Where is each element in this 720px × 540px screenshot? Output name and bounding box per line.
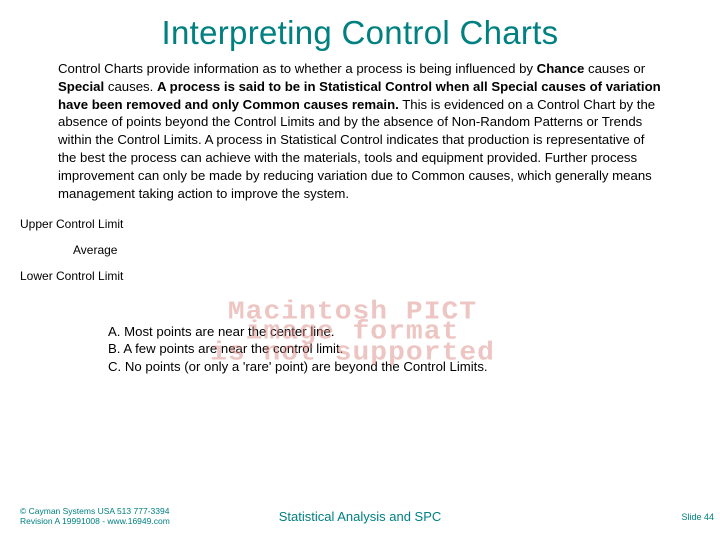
bullet-c: C. No points (or only a 'rare' point) ar…: [108, 358, 720, 376]
para-2: This is evidenced on a Control Chart by …: [58, 97, 655, 201]
bullet-a: A. Most points are near the center line.: [108, 323, 720, 341]
slide-title: Interpreting Control Charts: [0, 0, 720, 60]
bullet-b: B. A few points are near the control lim…: [108, 340, 720, 358]
footer-center: Statistical Analysis and SPC: [0, 509, 720, 524]
footer-slide-number: Slide 44: [681, 512, 714, 522]
lower-control-limit-label: Lower Control Limit: [20, 269, 720, 295]
word-chance: Chance: [537, 61, 585, 76]
bullet-list: A. Most points are near the center line.…: [0, 295, 720, 376]
upper-control-limit-label: Upper Control Limit: [20, 217, 720, 243]
word-special: Special: [58, 79, 104, 94]
footer: © Cayman Systems USA 513 777-3394 Revisi…: [0, 500, 720, 528]
para-1b: causes or: [584, 61, 645, 76]
body-paragraph: Control Charts provide information as to…: [0, 60, 720, 211]
average-label: Average: [20, 243, 720, 269]
para-1c: causes.: [104, 79, 157, 94]
control-limit-labels: Upper Control Limit Average Lower Contro…: [0, 211, 720, 295]
para-1a: Control Charts provide information as to…: [58, 61, 537, 76]
